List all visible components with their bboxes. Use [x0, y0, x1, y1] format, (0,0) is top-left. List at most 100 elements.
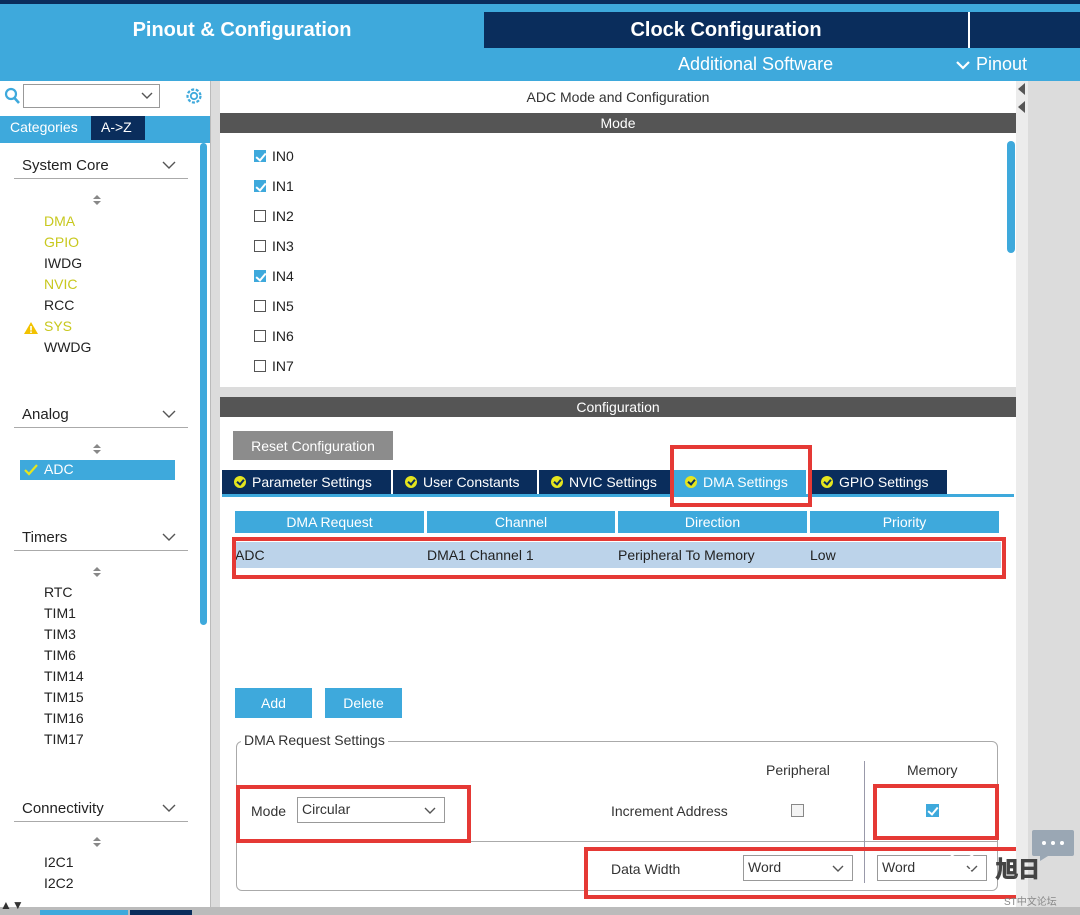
sidebar-item-wwdg[interactable]: WWDG	[44, 339, 91, 355]
bottom-tab[interactable]	[40, 910, 128, 915]
tab-user-constants[interactable]: User Constants	[393, 470, 537, 494]
column-header-channel[interactable]: Channel	[427, 511, 615, 533]
input-in1-checkbox[interactable]: IN1	[254, 177, 294, 195]
sidebar-item-rtc[interactable]: RTC	[44, 584, 73, 600]
bottom-tab[interactable]	[130, 910, 192, 915]
left-panel: Categories A->Z System Core DMA GPIO IWD…	[0, 81, 211, 907]
sort-icon[interactable]	[92, 443, 102, 455]
scrollbar-thumb[interactable]	[1007, 141, 1015, 253]
tab-label: GPIO Settings	[839, 474, 929, 490]
column-header-dma-request[interactable]: DMA Request	[235, 511, 424, 533]
sidebar-item-nvic[interactable]: NVIC	[44, 276, 77, 292]
chevron-left-icon	[1018, 83, 1025, 95]
watermark-text: 旭日	[995, 857, 1041, 883]
checkbox-unchecked[interactable]	[254, 300, 266, 312]
checkbox-label: IN4	[272, 268, 294, 284]
sidebar-item-label: ADC	[44, 461, 74, 477]
check-icon	[234, 476, 246, 488]
sort-icon[interactable]	[92, 194, 102, 206]
input-in3-checkbox[interactable]: IN3	[254, 237, 294, 255]
input-in5-checkbox[interactable]: IN5	[254, 297, 294, 315]
tab-pinout-configuration[interactable]: Pinout & Configuration	[0, 12, 484, 48]
section-divider[interactable]	[220, 387, 1016, 397]
input-in2-checkbox[interactable]: IN2	[254, 207, 294, 225]
pinout-menu-label: Pinout	[976, 54, 1028, 74]
sidebar-item-sys[interactable]: SYS	[44, 318, 72, 334]
input-in4-checkbox[interactable]: IN4	[254, 267, 294, 285]
sidebar-item-tim6[interactable]: TIM6	[44, 647, 76, 663]
checkbox-unchecked[interactable]	[254, 210, 266, 222]
input-in6-checkbox[interactable]: IN6	[254, 327, 294, 345]
highlight-box	[232, 537, 1006, 579]
checkbox-unchecked[interactable]	[254, 330, 266, 342]
add-button[interactable]: Add	[235, 688, 312, 718]
search-input[interactable]	[23, 84, 160, 108]
checkbox-label: IN2	[272, 208, 294, 224]
column-header-direction[interactable]: Direction	[618, 511, 807, 533]
chevron-down-icon	[956, 60, 970, 70]
left-scrollbar[interactable]	[198, 141, 208, 901]
collapse-arrows-icon[interactable]: ▲▼	[0, 898, 24, 912]
tab-label: User Constants	[423, 474, 520, 490]
sidebar-item-tim16[interactable]: TIM16	[44, 710, 84, 726]
sidebar-item-tim17[interactable]: TIM17	[44, 731, 84, 747]
panel-title: ADC Mode and Configuration	[526, 89, 710, 105]
mode-scrollbar[interactable]	[1006, 133, 1016, 387]
tab-clock-label: Clock Configuration	[630, 18, 822, 41]
checkbox-checked[interactable]	[254, 270, 266, 282]
checkbox-unchecked[interactable]	[254, 240, 266, 252]
delete-button[interactable]: Delete	[325, 688, 402, 718]
checkbox-label: IN0	[272, 148, 294, 164]
sidebar-item-dma[interactable]: DMA	[44, 213, 75, 229]
input-in7-checkbox[interactable]: IN7	[254, 357, 294, 375]
sidebar-item-iwdg[interactable]: IWDG	[44, 255, 82, 271]
sort-icon[interactable]	[92, 836, 102, 848]
category-timers[interactable]: Timers	[14, 529, 188, 551]
increment-peripheral-checkbox[interactable]	[791, 804, 804, 817]
sidebar-item-tim3[interactable]: TIM3	[44, 626, 76, 642]
tab-a-to-z[interactable]: A->Z	[91, 116, 145, 140]
sidebar-item-tim14[interactable]: TIM14	[44, 668, 84, 684]
check-icon	[405, 476, 417, 488]
gear-icon[interactable]	[184, 86, 204, 106]
checkbox-label: IN5	[272, 298, 294, 314]
warning-icon	[24, 322, 38, 334]
sidebar-item-i2c1[interactable]: I2C1	[44, 854, 74, 870]
sidebar-item-adc[interactable]: ADC	[20, 460, 175, 480]
checkbox-unchecked[interactable]	[254, 360, 266, 372]
sidebar-item-rcc[interactable]: RCC	[44, 297, 74, 313]
column-header-priority[interactable]: Priority	[810, 511, 999, 533]
input-in0-checkbox[interactable]: IN0	[254, 147, 294, 165]
sidebar-item-gpio[interactable]: GPIO	[44, 234, 79, 250]
sidebar-item-tim1[interactable]: TIM1	[44, 605, 76, 621]
top-strip	[0, 0, 1080, 12]
tab-underline	[222, 494, 1014, 497]
group-legend: DMA Request Settings	[241, 732, 388, 748]
reset-configuration-button[interactable]: Reset Configuration	[233, 431, 393, 460]
additional-software-link[interactable]: Additional Software	[678, 54, 833, 75]
category-system-core[interactable]: System Core	[14, 157, 188, 179]
chevron-down-icon	[162, 533, 176, 541]
tab-parameter-settings[interactable]: Parameter Settings	[222, 470, 391, 494]
pinout-menu[interactable]: Pinout	[956, 54, 1027, 75]
tab-nvic-settings[interactable]: NVIC Settings	[539, 470, 671, 494]
tab-more[interactable]	[968, 12, 1080, 48]
scrollbar-thumb[interactable]	[200, 143, 207, 625]
tab-categories[interactable]: Categories	[0, 116, 90, 140]
checkbox-checked[interactable]	[254, 180, 266, 192]
sidebar-item-i2c2[interactable]: I2C2	[44, 875, 74, 891]
chevron-left-icon	[1018, 101, 1025, 113]
checkbox-label: IN6	[272, 328, 294, 344]
search-icon[interactable]	[4, 87, 20, 105]
tab-gpio-settings[interactable]: GPIO Settings	[809, 470, 947, 494]
collapse-handle[interactable]	[1016, 81, 1028, 907]
category-connectivity[interactable]: Connectivity	[14, 800, 188, 822]
highlight-box	[236, 785, 471, 843]
sidebar-item-tim15[interactable]: TIM15	[44, 689, 84, 705]
checkbox-checked[interactable]	[254, 150, 266, 162]
category-label: System Core	[22, 157, 109, 174]
sort-icon[interactable]	[92, 566, 102, 578]
tab-label: NVIC Settings	[569, 474, 657, 490]
category-analog[interactable]: Analog	[14, 406, 188, 428]
tab-clock-configuration[interactable]: Clock Configuration	[484, 12, 968, 48]
